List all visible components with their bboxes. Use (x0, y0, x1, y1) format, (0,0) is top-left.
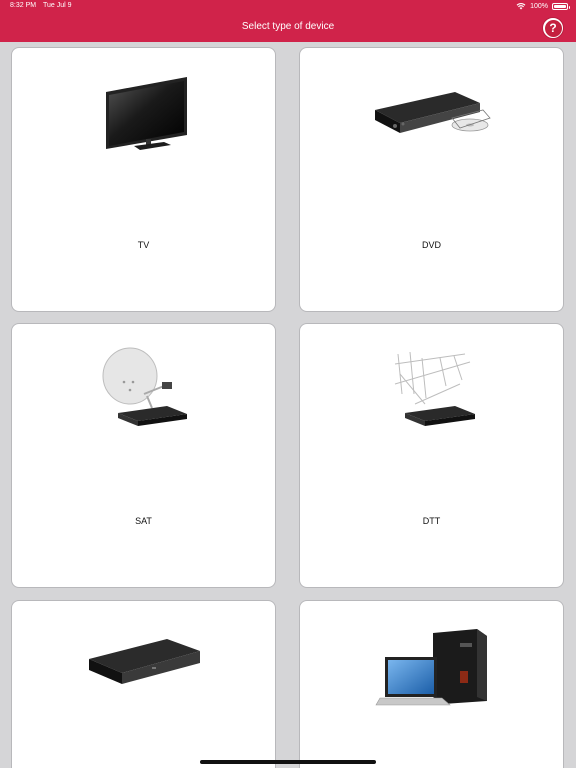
antenna-receiver-icon (394, 351, 475, 426)
device-label: SAT (135, 516, 152, 526)
battery-percent: 100% (530, 2, 548, 10)
help-button[interactable]: ? (542, 17, 564, 39)
header-bar: 8:32 PM Tue Jul 9 100% Select type of de… (0, 0, 576, 42)
page-title: Select type of device (241, 21, 335, 32)
status-date: Tue Jul 9 (43, 2, 72, 9)
device-card-dtt[interactable]: DTT (299, 323, 564, 588)
battery-icon (552, 2, 570, 10)
help-icon: ? (544, 19, 562, 37)
home-indicator[interactable] (200, 760, 376, 764)
device-card-set-top-box[interactable] (11, 600, 276, 768)
satellite-receiver-icon (102, 347, 187, 426)
battery-level (554, 4, 566, 8)
device-label: DVD (421, 240, 441, 250)
device-card-sat[interactable]: SAT (11, 323, 276, 588)
wifi-icon (516, 3, 526, 10)
status-time: 8:32 PM (10, 2, 37, 9)
device-card-tv[interactable]: TV (11, 47, 276, 312)
device-card-computer[interactable] (299, 600, 564, 768)
set-top-box-icon (89, 639, 200, 684)
device-label: TV (137, 240, 150, 250)
device-card-dvd[interactable]: DVD (299, 47, 564, 312)
device-label: DTT (422, 516, 441, 526)
status-indicators: 100% (516, 1, 570, 11)
tv-icon (106, 77, 187, 150)
dvd-player-icon (375, 92, 491, 133)
computer-icon (375, 629, 487, 706)
